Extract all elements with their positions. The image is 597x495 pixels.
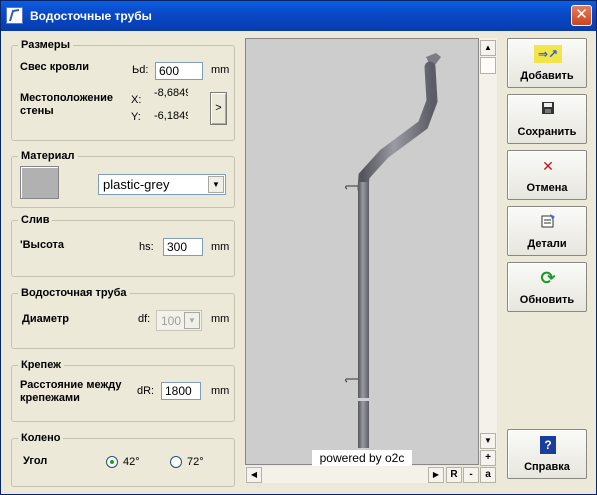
x-value: -8,6849 (154, 87, 188, 99)
fastening-distance-label-line1: Расстояние между (20, 379, 122, 391)
wall-label-line1: Местоположение (20, 92, 114, 104)
app-icon (6, 7, 23, 24)
help-question-icon: ? (540, 436, 556, 454)
refresh-button-label: Обновить (519, 294, 575, 306)
pipe-joint (358, 398, 369, 401)
material-select[interactable]: plastic-grey ▼ (98, 174, 226, 195)
horizontal-scrollbar[interactable]: ◀ ▶ (245, 466, 445, 483)
fastening-distance-unit: mm (211, 385, 230, 397)
scroll-left-button[interactable]: ◀ (246, 467, 262, 483)
zoom-in-button[interactable]: + (480, 450, 496, 466)
elbow-legend: Колено (21, 432, 61, 444)
reset-view-button[interactable]: R (446, 467, 462, 483)
pipe-diameter-select[interactable]: 100 ▼ (156, 310, 202, 331)
powered-by-label: powered by o2c (312, 450, 412, 467)
eave-label: Свес кровли (20, 61, 90, 73)
floppy-disk-icon (538, 101, 558, 119)
scroll-down-button[interactable]: ▼ (480, 433, 496, 449)
wall-label-line2: стены (20, 105, 54, 117)
material-legend: Материал (21, 150, 75, 162)
cancel-button[interactable]: ✕ Отмена (507, 150, 587, 200)
y-value: -6,1849 (154, 110, 188, 122)
eave-unit: mm (211, 64, 230, 76)
auto-fit-button[interactable]: a (480, 467, 496, 483)
refresh-arrows-icon: ⟳ (540, 268, 556, 288)
chevron-down-icon[interactable]: ▼ (208, 176, 224, 193)
pipe-straight (358, 182, 369, 448)
material-color-swatch[interactable] (20, 166, 59, 199)
3d-viewport[interactable] (245, 38, 479, 465)
pipe-diameter-unit: mm (211, 313, 230, 325)
save-button-label: Сохранить (517, 126, 577, 138)
vertical-scrollbar[interactable]: ▲ ▼ (479, 38, 497, 450)
details-form-icon (538, 213, 558, 231)
close-button[interactable]: ✕ (571, 5, 592, 26)
angle-42-label: 42° (123, 456, 140, 468)
scroll-thumb[interactable] (480, 57, 496, 74)
pipe-diameter-value: 100 (161, 314, 182, 328)
fastening-distance-input[interactable]: 1800 (161, 382, 201, 400)
downpipe-model (345, 53, 441, 448)
fastening-legend: Крепеж (21, 359, 61, 371)
window-title: Водосточные трубы (30, 9, 152, 23)
pipe-diameter-label: Диаметр (22, 313, 69, 325)
drain-height-label: 'Высота (20, 239, 65, 251)
y-label: Y: (131, 111, 141, 123)
details-button[interactable]: Детали (507, 206, 587, 256)
drain-legend: Слив (21, 214, 50, 226)
eave-var: Ьd: (132, 64, 149, 76)
angle-72-radio[interactable] (170, 456, 182, 468)
cancel-button-label: Отмена (526, 182, 568, 194)
angle-72-label: 72° (187, 456, 204, 468)
angle-42-radio[interactable] (106, 456, 118, 468)
elbow-angle-label: Угол (23, 455, 48, 467)
add-button-label: Добавить (520, 70, 574, 82)
add-button[interactable]: ⇒↗ Добавить (507, 38, 587, 88)
save-button[interactable]: Сохранить (507, 94, 587, 144)
main-window: Водосточные трубы ✕ Размеры Свес кровли … (0, 0, 597, 495)
chevron-down-icon[interactable]: ▼ (184, 312, 200, 329)
drain-height-var: hs: (139, 241, 154, 253)
pick-position-button[interactable]: > (210, 92, 227, 125)
add-arrows-icon: ⇒↗ (534, 45, 562, 63)
help-button[interactable]: ? Справка (507, 429, 587, 479)
sizes-group: Размеры (11, 39, 235, 141)
fastening-distance-label-line2: крепежами (20, 392, 80, 404)
help-button-label: Справка (524, 461, 570, 473)
pipe-legend: Водосточная труба (21, 287, 127, 299)
cancel-x-icon: ✕ (542, 158, 554, 174)
scroll-up-button[interactable]: ▲ (480, 40, 496, 56)
sizes-legend: Размеры (21, 39, 71, 51)
fastening-distance-var: dR: (137, 385, 155, 397)
drain-height-input[interactable]: 300 (163, 238, 203, 256)
refresh-button[interactable]: ⟳ Обновить (507, 262, 587, 312)
details-button-label: Детали (527, 238, 567, 250)
drain-height-unit: mm (211, 241, 230, 253)
x-label: X: (131, 94, 142, 106)
pipe-diameter-var: df: (138, 313, 151, 325)
eave-input[interactable]: 600 (155, 62, 203, 80)
title-bar: Водосточные трубы ✕ (1, 1, 596, 31)
scroll-right-button[interactable]: ▶ (428, 467, 444, 483)
pipe-bend (357, 61, 438, 195)
zoom-out-button[interactable]: - (463, 467, 479, 483)
material-selected-value: plastic-grey (103, 177, 170, 192)
